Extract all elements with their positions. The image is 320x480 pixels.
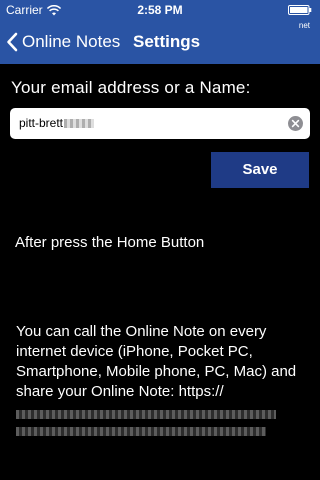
back-button-label: Online Notes bbox=[22, 32, 121, 51]
instruction-text: After press the Home Button bbox=[15, 234, 205, 251]
redacted-text bbox=[64, 119, 95, 129]
header: Carrier 2:58 PM Online Notes Settings ne… bbox=[0, 0, 320, 64]
page-title: Settings bbox=[133, 32, 201, 51]
settings-screen: Carrier 2:58 PM Online Notes Settings ne… bbox=[0, 0, 320, 480]
email-field[interactable]: pitt-brett bbox=[10, 108, 310, 139]
net-badge: net bbox=[298, 21, 310, 30]
battery-full-icon bbox=[288, 5, 312, 15]
info-paragraph: You can call the Online Note on every in… bbox=[16, 322, 312, 439]
chevron-left-icon bbox=[7, 32, 18, 52]
email-field-text: pitt-brett bbox=[19, 116, 64, 130]
save-button[interactable]: Save bbox=[211, 152, 309, 188]
email-field-value: pitt-brett bbox=[19, 116, 95, 130]
clear-circle-icon[interactable] bbox=[288, 116, 303, 131]
redacted-link-line-2 bbox=[16, 427, 266, 436]
email-field-label: Your email address or a Name: bbox=[11, 78, 251, 97]
back-button[interactable]: Online Notes bbox=[6, 20, 120, 64]
status-bar: Carrier 2:58 PM bbox=[0, 0, 320, 20]
redacted-link-line-1 bbox=[16, 410, 276, 419]
info-paragraph-text: You can call the Online Note on every in… bbox=[16, 323, 297, 400]
status-time: 2:58 PM bbox=[137, 3, 183, 17]
navigation-bar: Online Notes Settings net bbox=[0, 20, 320, 64]
